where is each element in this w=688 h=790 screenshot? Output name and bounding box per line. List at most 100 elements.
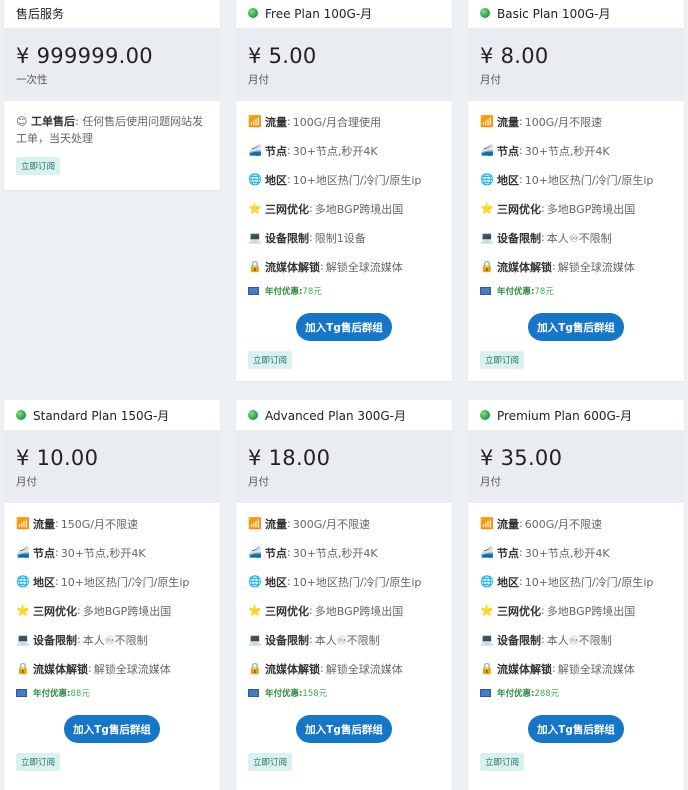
feature-value: 10+地区热门/冷门/原生ip [292,173,422,187]
feature-region: 🌐 地区:10+地区热门/冷门/原生ip [480,575,654,589]
feature-label: 三网优化 [497,604,541,618]
plan-card: Advanced Plan 300G-月 ¥ 18.00 月付 📶 流量:300G… [236,400,452,790]
feature-value: 多地BGP跨境出国 [314,604,404,618]
feature-label: 节点 [265,144,287,158]
join-tg-group-button[interactable]: 加入Tg售后群组 [64,715,160,743]
feature-value: 多地BGP跨境出国 [82,604,172,618]
feature-region: 🌐 地区:10+地区热门/冷门/原生ip [248,173,422,187]
feature-traffic: 📶 流量:100G/月合理使用 [248,115,381,129]
train-icon: 🚄 [480,546,494,559]
feature-value: 300G/月不限速 [292,517,370,531]
signal-icon: 📶 [16,517,30,530]
feature-device: 💻 设备限制: 本人♾不限制 [480,231,612,245]
train-icon: 🚄 [16,546,30,559]
subscribe-button[interactable]: 立即订阅 [16,753,61,771]
feature-label: 地区 [497,575,519,589]
subscribe-button[interactable]: 立即订阅 [248,351,293,369]
join-tg-group-button[interactable]: 加入Tg售后群组 [296,313,392,341]
train-icon: 🚄 [248,144,262,157]
feature-value: 10+地区热门/冷门/原生ip [524,173,654,187]
plan-title: Premium Plan 600G-月 [497,408,633,423]
status-dot-icon [248,8,258,18]
feature-value: 本人♾不限制 [82,633,148,647]
join-tg-group-button[interactable]: 加入Tg售后群组 [528,313,624,341]
smile-icon: 😊 [16,115,28,128]
train-icon: 🚄 [248,546,262,559]
plan-title: 售后服务 [16,6,65,21]
price-box: ¥ 999999.00 一次性 [4,28,220,101]
credit-card-icon [480,287,491,295]
discount-value: 88元 [70,689,90,699]
annual-discount: 年付优惠: 88元 [16,685,208,701]
signal-icon: 📶 [480,115,494,128]
feature-value: 100G/月合理使用 [292,115,381,129]
feature-list: 📶 流量:100G/月不限速 🚄 节点:30+节点,秒开4K 🌐 地区:10+地区热门/冷… [468,101,684,299]
billing-cycle: 月付 [248,475,269,488]
feature-label: 三网优化 [265,604,309,618]
star-icon: ⭐ [248,604,262,617]
status-dot-icon [248,410,258,420]
price-box: ¥ 10.00 月付 [4,430,220,503]
feature-label: 工单售后 [30,115,75,128]
globe-icon: 🌐 [248,173,262,186]
plan-price: ¥ 8.00 [480,43,549,68]
subscribe-button[interactable]: 立即订阅 [248,753,293,771]
subscribe-button[interactable]: 立即订阅 [480,753,525,771]
price-box: ¥ 8.00 月付 [468,28,684,101]
annual-discount: 年付优惠: 78元 [480,283,672,299]
lock-icon: 🔒 [248,662,262,675]
lock-icon: 🔒 [248,260,262,273]
feature-region: 🌐 地区:10+地区热门/冷门/原生ip [480,173,654,187]
feature-device: 💻 设备限制: 限制1设备 [248,231,366,245]
billing-cycle: 月付 [480,73,501,86]
feature-value: 解锁全球流媒体 [325,260,403,274]
plan-card: Premium Plan 600G-月 ¥ 35.00 月付 📶 流量:600G/… [468,400,684,790]
globe-icon: 🌐 [480,575,494,588]
star-icon: ⭐ [480,202,494,215]
billing-cycle: 月付 [480,475,501,488]
feature-label: 设备限制 [497,231,541,245]
laptop-icon: 💻 [480,231,494,244]
feature-label: 地区 [265,173,287,187]
star-icon: ⭐ [248,202,262,215]
feature-label: 三网优化 [33,604,77,618]
subscribe-button[interactable]: 立即订阅 [16,157,61,175]
plan-title: Standard Plan 150G-月 [33,408,170,423]
feature-nodes: 🚄 节点:30+节点,秒开4K [480,144,610,158]
feature-label: 地区 [497,173,519,187]
feature-nodes: 🚄 节点:30+节点,秒开4K [16,546,146,560]
feature-media: 🔒 流媒体解锁: 解锁全球流媒体 [480,662,635,676]
feature-optimize: ⭐ 三网优化: 多地BGP跨境出国 [480,604,636,618]
join-tg-group-button[interactable]: 加入Tg售后群组 [528,715,624,743]
signal-icon: 📶 [248,115,262,128]
feature-label: 设备限制 [265,633,309,647]
train-icon: 🚄 [480,144,494,157]
join-tg-group-button[interactable]: 加入Tg售后群组 [296,715,392,743]
plan-title: Free Plan 100G-月 [265,6,373,21]
feature-value: 多地BGP跨境出国 [314,202,404,216]
credit-card-icon [248,287,259,295]
price-box: ¥ 35.00 月付 [468,430,684,503]
feature-label: 流媒体解锁 [33,662,88,676]
feature-value: 本人♾不限制 [546,633,612,647]
globe-icon: 🌐 [480,173,494,186]
feature-device: 💻 设备限制: 本人♾不限制 [248,633,380,647]
subscribe-button[interactable]: 立即订阅 [480,351,525,369]
laptop-icon: 💻 [248,231,262,244]
feature-list: 📶 流量:600G/月不限速 🚄 节点:30+节点,秒开4K 🌐 地区:10+地区热门/冷… [468,503,684,701]
laptop-icon: 💻 [248,633,262,646]
status-dot-icon [480,8,490,18]
star-icon: ⭐ [16,604,30,617]
annual-discount: 年付优惠: 288元 [480,685,672,701]
discount-label: 年付优惠: [497,287,535,297]
globe-icon: 🌐 [248,575,262,588]
discount-value: 78元 [534,287,554,297]
billing-cycle: 一次性 [16,73,48,86]
signal-icon: 📶 [248,517,262,530]
plan-price: ¥ 35.00 [480,445,563,470]
feature-traffic: 📶 流量:300G/月不限速 [248,517,370,531]
annual-discount: 年付优惠: 158元 [248,685,440,701]
plan-card: Free Plan 100G-月 ¥ 5.00 月付 📶 流量:100G/月合理使… [236,0,452,381]
feature-value: 30+节点,秒开4K [292,546,378,560]
feature-value: 10+地区热门/冷门/原生ip [60,575,190,589]
